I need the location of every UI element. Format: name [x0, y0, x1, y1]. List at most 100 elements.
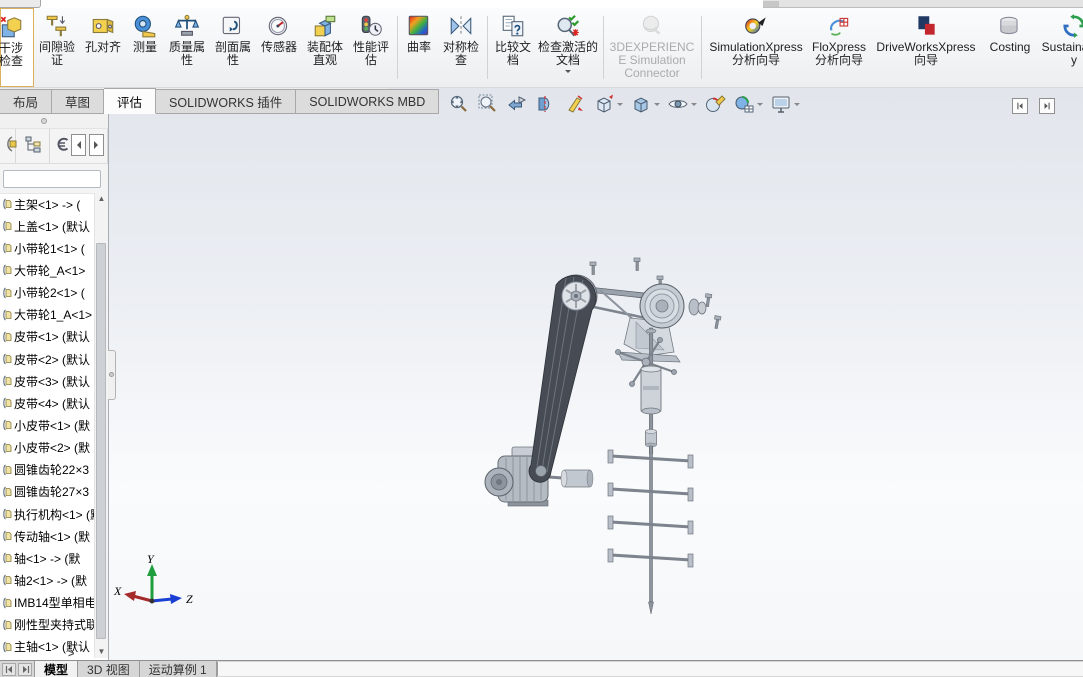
dropdown-arrow-icon[interactable] [654, 102, 660, 109]
tree-scroll-more-icon[interactable]: > [68, 648, 74, 660]
feature-tree-item-label: 大带轮_A<1> [14, 263, 86, 278]
command-button[interactable]: 性能评估 [348, 8, 398, 87]
feature-tree-item-label: 圆锥齿轮22×3 [14, 463, 90, 478]
feature-tree-item[interactable]: 上盖<1> (默认 [0, 215, 94, 237]
dropdown-arrow-icon[interactable] [794, 102, 800, 109]
feature-tree-item[interactable]: 皮带<2> (默认 [0, 348, 94, 370]
feature-tree-filter-input[interactable] [3, 169, 101, 188]
ribbon-tab[interactable]: SOLIDWORKS MBD [296, 89, 440, 114]
feature-tree-item[interactable]: 执行机构<1> (默 [0, 503, 94, 525]
ribbon-tab[interactable]: 草图 [52, 89, 105, 114]
dropdown-arrow-icon[interactable] [617, 102, 623, 109]
feature-tree-item[interactable]: 轴<1> -> (默 [0, 547, 94, 569]
motor-pulley-face[interactable] [535, 465, 547, 477]
titlebar-button[interactable] [763, 1, 779, 7]
collapse-right-icon [1044, 102, 1050, 110]
graphics-area[interactable]: Y X Z [108, 88, 1083, 660]
document-tab[interactable]: 运动算例 1 [140, 661, 217, 677]
command-button[interactable]: 传感器 [256, 8, 302, 87]
feature-tree-item[interactable]: 皮带<3> (默认 [0, 370, 94, 392]
ribbon-tab[interactable]: SOLIDWORKS 插件 [156, 89, 297, 114]
command-button[interactable]: 干涉检查 [0, 8, 34, 87]
command-button[interactable]: 测量 [126, 8, 164, 87]
feature-tree-item[interactable]: 传动轴<1> (默 [0, 525, 94, 547]
featuremanager-tab-icon [24, 135, 42, 158]
feature-tree-item[interactable]: 刚性型夹持式联 [0, 614, 94, 636]
tab-nav-last-button[interactable] [18, 662, 32, 676]
dropdown-arrow-icon[interactable] [757, 102, 763, 109]
ribbon-tab[interactable]: 布局 [0, 89, 53, 114]
scrollbar-thumb[interactable] [96, 243, 106, 639]
command-button[interactable]: Sustainability [1038, 8, 1083, 87]
ribbon-tab[interactable]: 评估 [104, 88, 157, 114]
feature-tree-item[interactable]: 皮带<4> (默认 [0, 392, 94, 414]
component-icon [1, 264, 12, 276]
drive-pulley-face[interactable] [561, 281, 591, 311]
command-button[interactable]: 比较文档 [490, 8, 536, 87]
feature-tree-item[interactable]: 主架<1> -> ( [0, 193, 94, 215]
panel-tabs-scroll-left-button[interactable] [71, 134, 86, 156]
command-button[interactable]: 3DEXPERIENCE Simulation Connector [606, 8, 702, 87]
feature-tree-item[interactable]: 小皮带<1> (默 [0, 414, 94, 436]
panel-tab-clipped[interactable] [0, 129, 16, 163]
annotations-visibility-icon [564, 93, 586, 115]
feature-tree-item[interactable]: 大带轮_A<1> [0, 259, 94, 281]
command-button[interactable]: 剖面属性 [210, 8, 256, 87]
dropdown-arrow-icon[interactable] [565, 70, 571, 76]
command-button[interactable]: 孔对齐 [80, 8, 126, 87]
headsup-button[interactable] [733, 93, 763, 115]
feature-tree-item[interactable]: 小皮带<2> (默 [0, 437, 94, 459]
panel-tabs-scroll-right-button[interactable] [89, 134, 104, 156]
feature-tree-item[interactable]: 圆锥齿轮22×3 [0, 459, 94, 481]
headsup-button[interactable] [593, 93, 623, 115]
command-button[interactable]: 装配体直观 [302, 8, 348, 87]
headsup-button[interactable] [448, 93, 470, 115]
panel-collapse-handle[interactable] [108, 350, 116, 400]
feature-tree-item[interactable]: 皮带<1> (默认 [0, 326, 94, 348]
command-button-label: 间隙验证 [38, 40, 75, 67]
feature-tree-item[interactable]: 大带轮1_A<1> [0, 304, 94, 326]
headsup-button[interactable] [506, 93, 528, 115]
document-tab[interactable]: 模型 [34, 661, 79, 677]
feature-tree-item[interactable]: 小带轮2<1> ( [0, 282, 94, 304]
collapse-pane-left-button[interactable] [1012, 98, 1028, 114]
command-button[interactable]: 检查激活的文档 [536, 8, 604, 87]
scroll-up-icon[interactable]: ▲ [95, 193, 108, 205]
panel-splitter[interactable] [0, 114, 108, 129]
collapse-pane-right-button[interactable] [1039, 98, 1055, 114]
dropdown-arrow-icon[interactable] [691, 102, 697, 109]
command-button[interactable]: 质量属性 [164, 8, 210, 87]
feature-tree-item[interactable]: 主轴<1> (默认 [0, 636, 94, 658]
assembly-model[interactable]: Y X Z [108, 88, 1083, 660]
command-button-label: 性能评估 [352, 40, 389, 67]
command-button[interactable]: 对称检查 [438, 8, 488, 87]
command-button[interactable]: Costing [982, 8, 1038, 87]
headsup-button[interactable] [564, 93, 586, 115]
document-tab[interactable]: 3D 视图 [78, 661, 140, 677]
panel-tab-featuremanager[interactable] [16, 129, 50, 163]
ribbon-tab-label: 布局 [13, 96, 39, 110]
tab-nav-first-button[interactable] [2, 662, 16, 676]
feature-tree-item[interactable]: IMB14型单相电 [0, 592, 94, 614]
command-button[interactable]: 间隙验证 [34, 8, 80, 87]
panel-tab-propertymanager[interactable] [50, 129, 108, 163]
headsup-button[interactable] [667, 93, 697, 115]
command-button[interactable]: SimulationXpress 分析向导 [704, 8, 808, 87]
headsup-button[interactable] [630, 93, 660, 115]
tree-scrollbar[interactable]: ▲ ▼ [94, 193, 108, 658]
command-button[interactable]: FloXpress 分析向导 [808, 8, 870, 87]
scroll-down-icon[interactable]: ▼ [95, 646, 108, 658]
agitator-shaft[interactable] [607, 327, 694, 615]
feature-tree-item[interactable]: 小带轮1<1> ( [0, 237, 94, 259]
command-button[interactable]: 曲率 [400, 8, 438, 87]
feature-tree-item[interactable]: 圆锥齿轮27×3 [0, 481, 94, 503]
splitter-grip-icon[interactable] [41, 118, 47, 124]
headsup-button[interactable] [477, 93, 499, 115]
headsup-button[interactable] [704, 93, 726, 115]
feature-tree-item[interactable]: 轴2<1> -> (默 [0, 569, 94, 591]
headsup-button[interactable] [770, 93, 800, 115]
command-button[interactable]: DriveWorksXpress 向导 [870, 8, 982, 87]
component-icon [1, 508, 12, 520]
headsup-button[interactable] [535, 93, 557, 115]
component-icon [1, 530, 12, 542]
